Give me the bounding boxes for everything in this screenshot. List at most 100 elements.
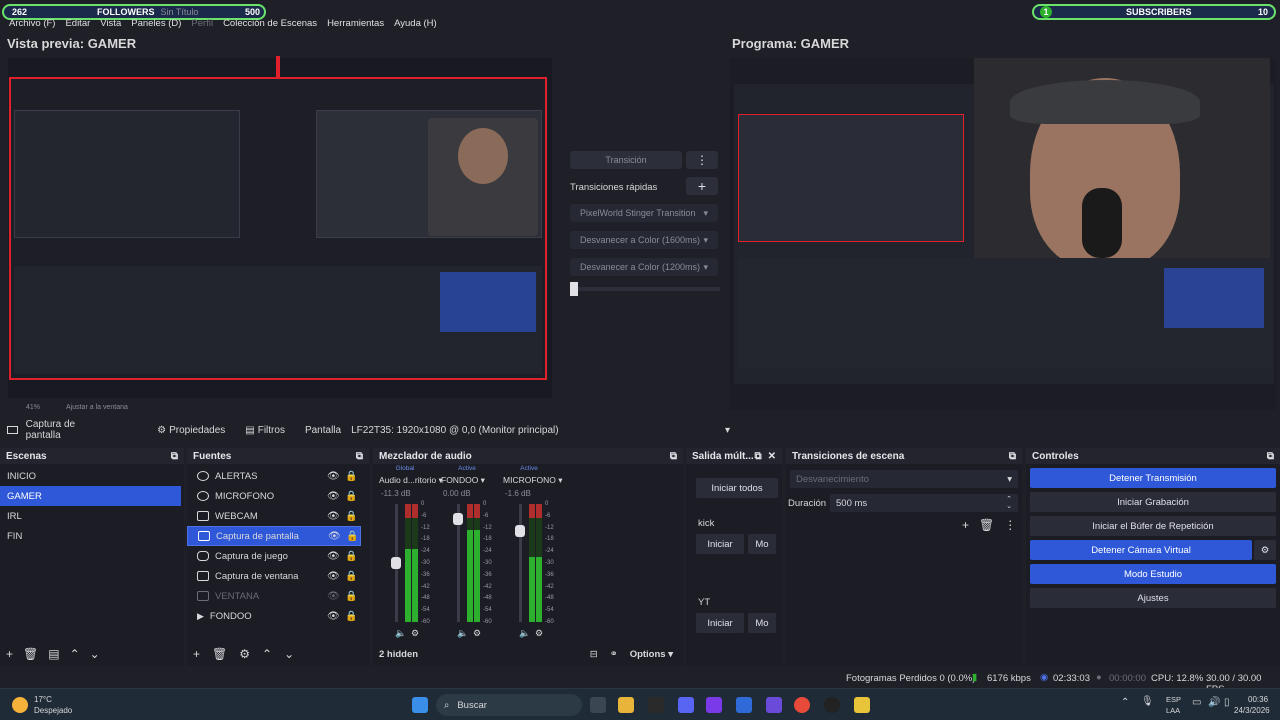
- menu-perfil[interactable]: Perfil: [186, 16, 218, 32]
- volume-icon[interactable]: 🔊: [1208, 697, 1220, 708]
- add-icon[interactable]: +: [6, 647, 13, 661]
- move-down-icon[interactable]: ⌄: [90, 647, 100, 661]
- scene-item-selected[interactable]: GAMER: [0, 486, 181, 506]
- transition-menu-button[interactable]: ⋮: [686, 151, 718, 169]
- more-icon[interactable]: ⋮: [1004, 518, 1016, 532]
- close-icon[interactable]: ✕: [768, 451, 776, 462]
- lock-icon[interactable]: 🔒: [346, 531, 358, 542]
- lock-icon[interactable]: 🔒: [345, 591, 357, 602]
- channel-name[interactable]: Audio d...ritorio ▾: [379, 475, 443, 486]
- channel-settings-icon[interactable]: ⚙: [535, 628, 543, 639]
- chrome-icon[interactable]: [794, 697, 810, 713]
- target-more-button[interactable]: Mo: [748, 613, 776, 633]
- layout-icon[interactable]: ⊟: [590, 649, 598, 660]
- start-recording-button[interactable]: Iniciar Grabación: [1030, 492, 1276, 512]
- move-down-icon[interactable]: ⌄: [284, 647, 294, 661]
- app-icon[interactable]: [854, 697, 870, 713]
- source-item-hidden[interactable]: VENTANA 👁 🔒: [187, 586, 369, 606]
- chatgpt-icon[interactable]: [648, 697, 664, 713]
- source-item[interactable]: ▶ FONDOO 👁 🔒: [187, 606, 369, 626]
- mute-icon[interactable]: 🔈: [519, 628, 530, 639]
- menu-paneles[interactable]: Paneles (D): [126, 16, 186, 32]
- eye-icon[interactable]: 👁: [327, 611, 340, 622]
- undock-icon[interactable]: ⧉: [670, 451, 677, 462]
- filters-button[interactable]: ▤ Filtros: [245, 425, 285, 436]
- menu-ayuda[interactable]: Ayuda (H): [389, 16, 442, 32]
- scene-item[interactable]: INICIO: [0, 466, 184, 486]
- quick-transition-1[interactable]: PixelWorld Stinger Transition ▾: [570, 204, 718, 222]
- trash-icon[interactable]: 🗑: [212, 647, 227, 661]
- eye-icon[interactable]: 👁: [327, 471, 340, 482]
- target-start-button[interactable]: Iniciar: [696, 613, 744, 633]
- mixer-options-button[interactable]: Options ▾: [630, 649, 673, 660]
- app-icon[interactable]: [706, 697, 722, 713]
- display-select[interactable]: LF22T35: 1920x1080 @ 0,0 (Monitor princi…: [351, 425, 730, 436]
- clock-date[interactable]: 24/3/2026: [1234, 706, 1270, 715]
- source-item-selected[interactable]: Captura de pantalla 👁 🔒: [187, 526, 361, 546]
- mute-icon[interactable]: 🔈: [457, 628, 468, 639]
- file-explorer-icon[interactable]: [618, 697, 634, 713]
- volume-fader-handle[interactable]: [515, 525, 525, 538]
- source-item[interactable]: WEBCAM 👁 🔒: [187, 506, 369, 526]
- link-icon[interactable]: ⚭: [610, 649, 618, 660]
- undock-icon[interactable]: ⧉: [356, 451, 363, 462]
- volume-fader-handle[interactable]: [453, 513, 463, 526]
- eye-icon[interactable]: 👁: [327, 511, 340, 522]
- tbar-slider-track[interactable]: [570, 287, 720, 291]
- transition-button[interactable]: Transición: [570, 151, 682, 169]
- trash-icon[interactable]: 🗑: [979, 518, 994, 532]
- selection-outline[interactable]: [9, 77, 547, 380]
- eye-icon[interactable]: 👁: [327, 491, 340, 502]
- app-icon[interactable]: [766, 697, 782, 713]
- stop-stream-button[interactable]: Detener Transmisión: [1030, 468, 1276, 488]
- stepper-icon[interactable]: ⌃ ⌄: [1006, 496, 1012, 510]
- battery-icon[interactable]: ▯: [1224, 697, 1230, 708]
- replay-buffer-button[interactable]: Iniciar el Búfer de Repetición: [1030, 516, 1276, 536]
- fit-label[interactable]: Ajustar a la ventana: [66, 404, 128, 411]
- source-item[interactable]: Captura de ventana 👁 🔒: [187, 566, 369, 586]
- undock-icon[interactable]: ⧉: [171, 451, 178, 462]
- taskbar-search[interactable]: ⌕ Buscar: [436, 694, 582, 716]
- lock-icon[interactable]: 🔒: [345, 511, 357, 522]
- duration-input[interactable]: 500 ms ⌃ ⌄: [830, 494, 1018, 512]
- eye-icon[interactable]: 👁: [327, 551, 340, 562]
- channel-settings-icon[interactable]: ⚙: [473, 628, 481, 639]
- quick-transition-3[interactable]: Desvanecer a Color (1200ms) ▾: [570, 258, 718, 276]
- channel-settings-icon[interactable]: ⚙: [411, 628, 419, 639]
- virtual-cam-settings-button[interactable]: ⚙: [1254, 540, 1276, 560]
- taskview-icon[interactable]: [590, 697, 606, 713]
- discord-icon[interactable]: [678, 697, 694, 713]
- menu-editar[interactable]: Editar: [60, 16, 95, 32]
- lock-icon[interactable]: 🔒: [345, 471, 357, 482]
- undock-icon[interactable]: ⧉: [1267, 451, 1274, 462]
- eye-icon[interactable]: 👁: [327, 571, 340, 582]
- lock-icon[interactable]: 🔒: [345, 491, 357, 502]
- undock-icon[interactable]: ⧉: [1009, 451, 1016, 462]
- add-quick-transition-button[interactable]: +: [686, 177, 718, 195]
- menu-coleccion[interactable]: Colección de Escenas: [218, 16, 322, 32]
- scene-item[interactable]: FIN: [0, 526, 184, 546]
- scene-item[interactable]: IRL: [0, 506, 184, 526]
- stop-virtual-cam-button[interactable]: Detener Cámara Virtual: [1030, 540, 1252, 560]
- clock-time[interactable]: 00:36: [1248, 695, 1268, 704]
- tbar-slider-handle[interactable]: [570, 282, 578, 296]
- volume-fader-handle[interactable]: [391, 557, 401, 570]
- eye-hidden-icon[interactable]: 👁: [327, 591, 340, 602]
- rotate-handle[interactable]: [276, 56, 280, 78]
- channel-name[interactable]: FONDOO ▾: [441, 475, 501, 486]
- filter-icon[interactable]: ▤: [48, 647, 59, 661]
- menu-herramientas[interactable]: Herramientas: [322, 16, 389, 32]
- transition-select[interactable]: Desvanecimiento ▾: [790, 470, 1018, 488]
- settings-button[interactable]: Ajustes: [1030, 588, 1276, 608]
- source-item[interactable]: MICROFONO 👁 🔒: [187, 486, 369, 506]
- volume-fader-track[interactable]: [519, 504, 522, 622]
- eye-icon[interactable]: 👁: [328, 531, 341, 542]
- mic-tray-icon[interactable]: 🎙: [1141, 696, 1154, 707]
- gear-icon[interactable]: ⚙: [239, 647, 250, 661]
- channel-name[interactable]: MICROFONO ▾: [503, 475, 563, 486]
- menu-archivo[interactable]: Archivo (F): [4, 16, 60, 32]
- store-icon[interactable]: [736, 697, 752, 713]
- lock-icon[interactable]: 🔒: [345, 611, 357, 622]
- add-icon[interactable]: +: [193, 647, 200, 661]
- windows-start-icon[interactable]: [412, 697, 428, 713]
